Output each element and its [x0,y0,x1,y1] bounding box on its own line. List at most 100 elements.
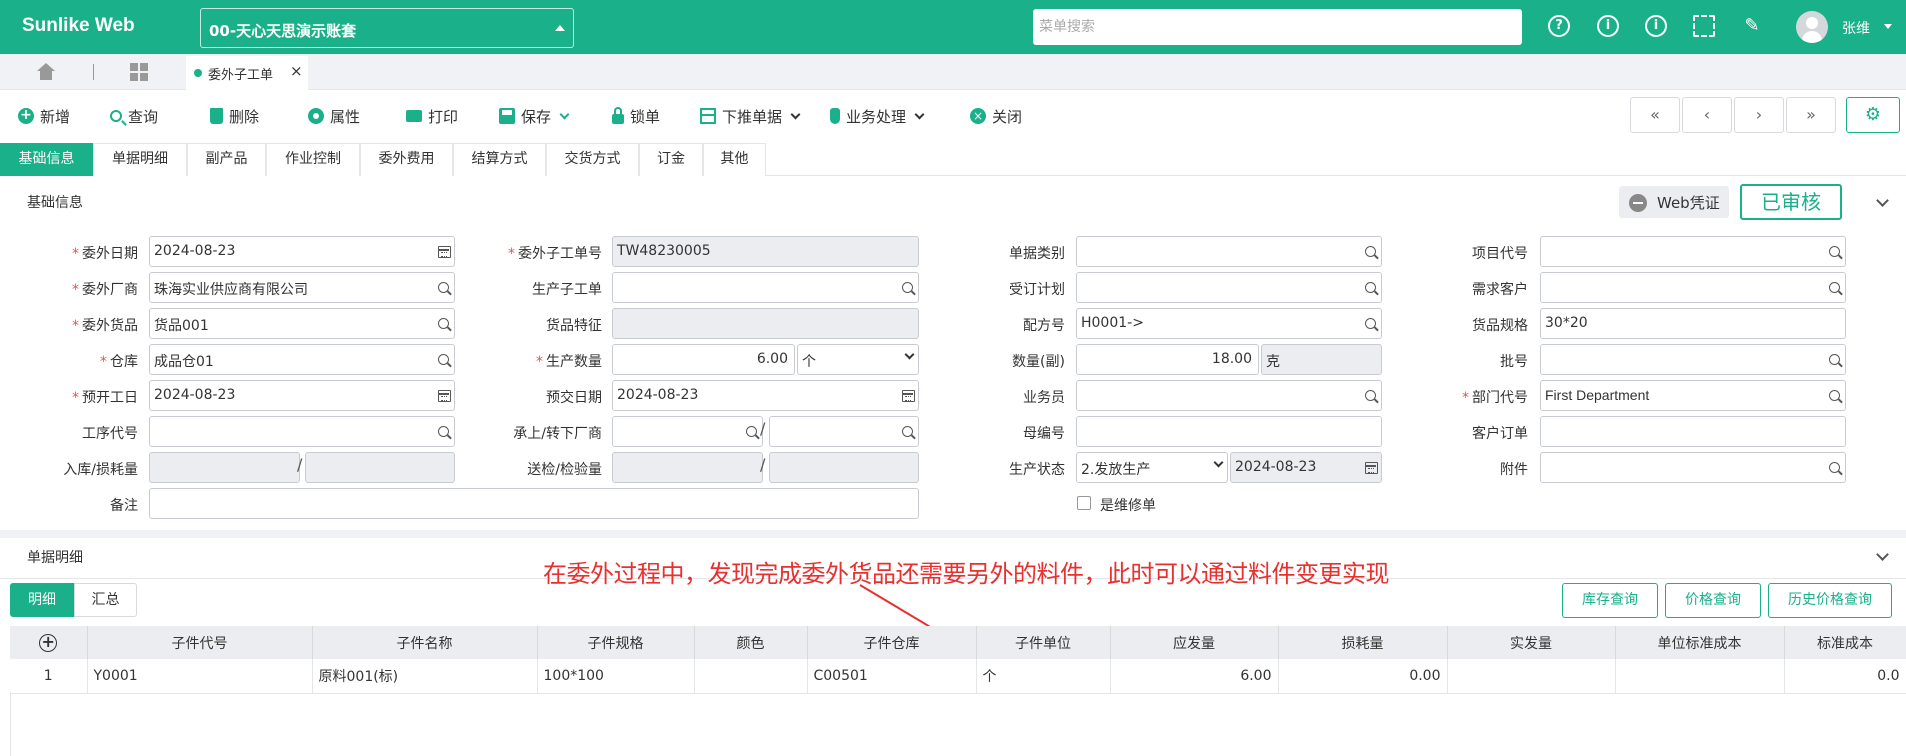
project-code-field[interactable] [1540,236,1846,267]
plan-start-field[interactable]: 2024-08-23 [149,380,455,411]
tab-outsource-sub-order[interactable]: 委外子工单 × [186,56,308,90]
plan-delivery-field[interactable]: 2024-08-23 [612,380,919,411]
salesman-field[interactable] [1076,380,1382,411]
tab-by-products[interactable]: 副产品 [187,143,266,176]
home-icon[interactable] [36,63,56,81]
menu-search-input[interactable] [1033,9,1522,45]
attachment-field[interactable] [1540,452,1846,483]
cell-part-unit[interactable]: 个 [976,659,1111,694]
demand-customer-field[interactable] [1540,272,1846,303]
column-header[interactable]: 应发量 [1110,626,1279,659]
process-code-field[interactable] [149,416,455,447]
tab-summary[interactable]: 汇总 [74,583,137,617]
price-history-query-button[interactable]: 历史价格查询 [1768,583,1892,618]
cell-required-qty[interactable]: 6.00 [1110,659,1279,694]
parent-no-field[interactable] [1076,416,1382,447]
chevron-down-icon[interactable] [1876,548,1889,561]
cell-color[interactable] [694,659,808,694]
tab-operation-control[interactable]: 作业控制 [266,143,360,176]
cell-unit-std-cost[interactable] [1615,659,1785,694]
doc-type-field[interactable] [1076,236,1382,267]
repair-checkbox[interactable] [1077,496,1091,510]
column-header[interactable]: 标准成本 [1784,626,1906,659]
close-icon[interactable]: × [290,62,303,80]
close-button[interactable]: × 关闭 [970,105,1022,127]
print-button[interactable]: 打印 [406,105,458,127]
tab-basic-info[interactable]: 基础信息 [0,143,93,176]
upstream-vendor-field[interactable] [612,416,763,447]
query-button[interactable]: 查询 [110,105,158,127]
properties-button[interactable]: 属性 [308,105,360,127]
chevron-down-icon[interactable] [1876,194,1889,207]
tab-deposit[interactable]: 订金 [639,143,703,176]
help-icon[interactable]: ? [1548,15,1570,37]
add-button[interactable]: + 新增 [18,105,70,127]
tab-detail[interactable]: 明细 [10,583,74,617]
batch-no-field[interactable] [1540,344,1846,375]
prod-qty-field[interactable]: 6.00 [612,344,795,375]
column-header[interactable]: 颜色 [694,626,808,659]
info-icon[interactable]: i [1645,15,1667,37]
prod-status-select[interactable]: 2.发放生产 [1076,452,1228,483]
cell-part-name[interactable]: 原料001(标) [312,659,538,694]
tab-delivery[interactable]: 交货方式 [546,143,639,176]
push-document-button[interactable]: 下推单据 [700,105,801,127]
column-header[interactable]: 损耗量 [1278,626,1448,659]
prod-qty-unit-select[interactable]: 个 [797,344,919,375]
price-query-button[interactable]: 价格查询 [1665,583,1761,618]
qty-sub-field[interactable]: 18.00 [1076,344,1259,375]
cell-part-code[interactable]: Y0001 [87,659,313,694]
order-plan-field[interactable] [1076,272,1382,303]
prev-record-button[interactable]: ‹ [1682,97,1732,133]
cell-std-cost[interactable]: 0.0 [1784,659,1906,694]
vendor-field[interactable]: 珠海实业供应商有限公司 [149,272,455,303]
web-voucher-button[interactable]: Web凭证 [1619,186,1729,218]
delete-button[interactable]: 删除 [210,105,259,127]
goods-spec-field[interactable]: 30*20 [1540,308,1846,339]
add-row-header[interactable]: + [10,626,88,659]
next-record-button[interactable]: › [1734,97,1784,133]
customer-order-field[interactable] [1540,416,1846,447]
account-selector[interactable]: 00-天心天思演示账套 [200,8,574,48]
dept-code-field[interactable]: First Department [1540,380,1846,411]
fullscreen-icon[interactable] [1693,15,1715,37]
column-header[interactable]: 子件仓库 [807,626,977,659]
add-row-icon[interactable]: + [39,633,58,652]
tab-other[interactable]: 其他 [703,143,766,176]
tab-settlement[interactable]: 结算方式 [453,143,546,176]
column-header[interactable]: 子件规格 [537,626,695,659]
recipe-no-field[interactable]: H0001-> [1076,308,1382,339]
chevron-down-icon[interactable] [559,109,570,119]
outsource-date-field[interactable]: 2024-08-23 [149,236,455,267]
lock-button[interactable]: 锁单 [612,105,660,127]
inventory-query-button[interactable]: 库存查询 [1562,583,1658,618]
column-header[interactable]: 子件代号 [87,626,313,659]
warehouse-field[interactable]: 成品仓01 [149,344,455,375]
cell-loss-qty[interactable]: 0.00 [1278,659,1448,694]
remark-field[interactable] [149,488,919,519]
settings-button[interactable]: ⚙ [1846,97,1900,133]
first-record-button[interactable]: « [1630,97,1680,133]
tab-outsource-fees[interactable]: 委外费用 [360,143,453,176]
broom-icon[interactable]: ✎ [1741,15,1763,37]
cell-issued-qty[interactable] [1447,659,1616,694]
column-header[interactable]: 单位标准成本 [1615,626,1785,659]
downstream-vendor-field[interactable] [769,416,919,447]
cell-part-spec[interactable]: 100*100 [537,659,695,694]
save-button[interactable]: 保存 [499,105,570,127]
column-header[interactable]: 实发量 [1447,626,1616,659]
last-record-button[interactable]: » [1786,97,1836,133]
user-name[interactable]: 张维 [1842,18,1870,38]
cell-part-warehouse[interactable]: C00501 [807,659,977,694]
business-process-button[interactable]: 业务处理 [830,105,925,127]
chevron-down-icon[interactable] [1884,24,1892,29]
goods-field[interactable]: 货品001 [149,308,455,339]
avatar[interactable] [1796,11,1828,43]
table-row[interactable]: 1 Y0001 原料001(标) 100*100 C00501 个 6.00 0… [10,659,1906,694]
info-icon[interactable]: i [1597,15,1619,37]
column-header[interactable]: 子件名称 [312,626,538,659]
prod-sub-order-field[interactable] [612,272,919,303]
tab-doc-detail[interactable]: 单据明细 [93,143,187,176]
column-header[interactable]: 子件单位 [976,626,1111,659]
grid-icon[interactable] [130,63,148,81]
